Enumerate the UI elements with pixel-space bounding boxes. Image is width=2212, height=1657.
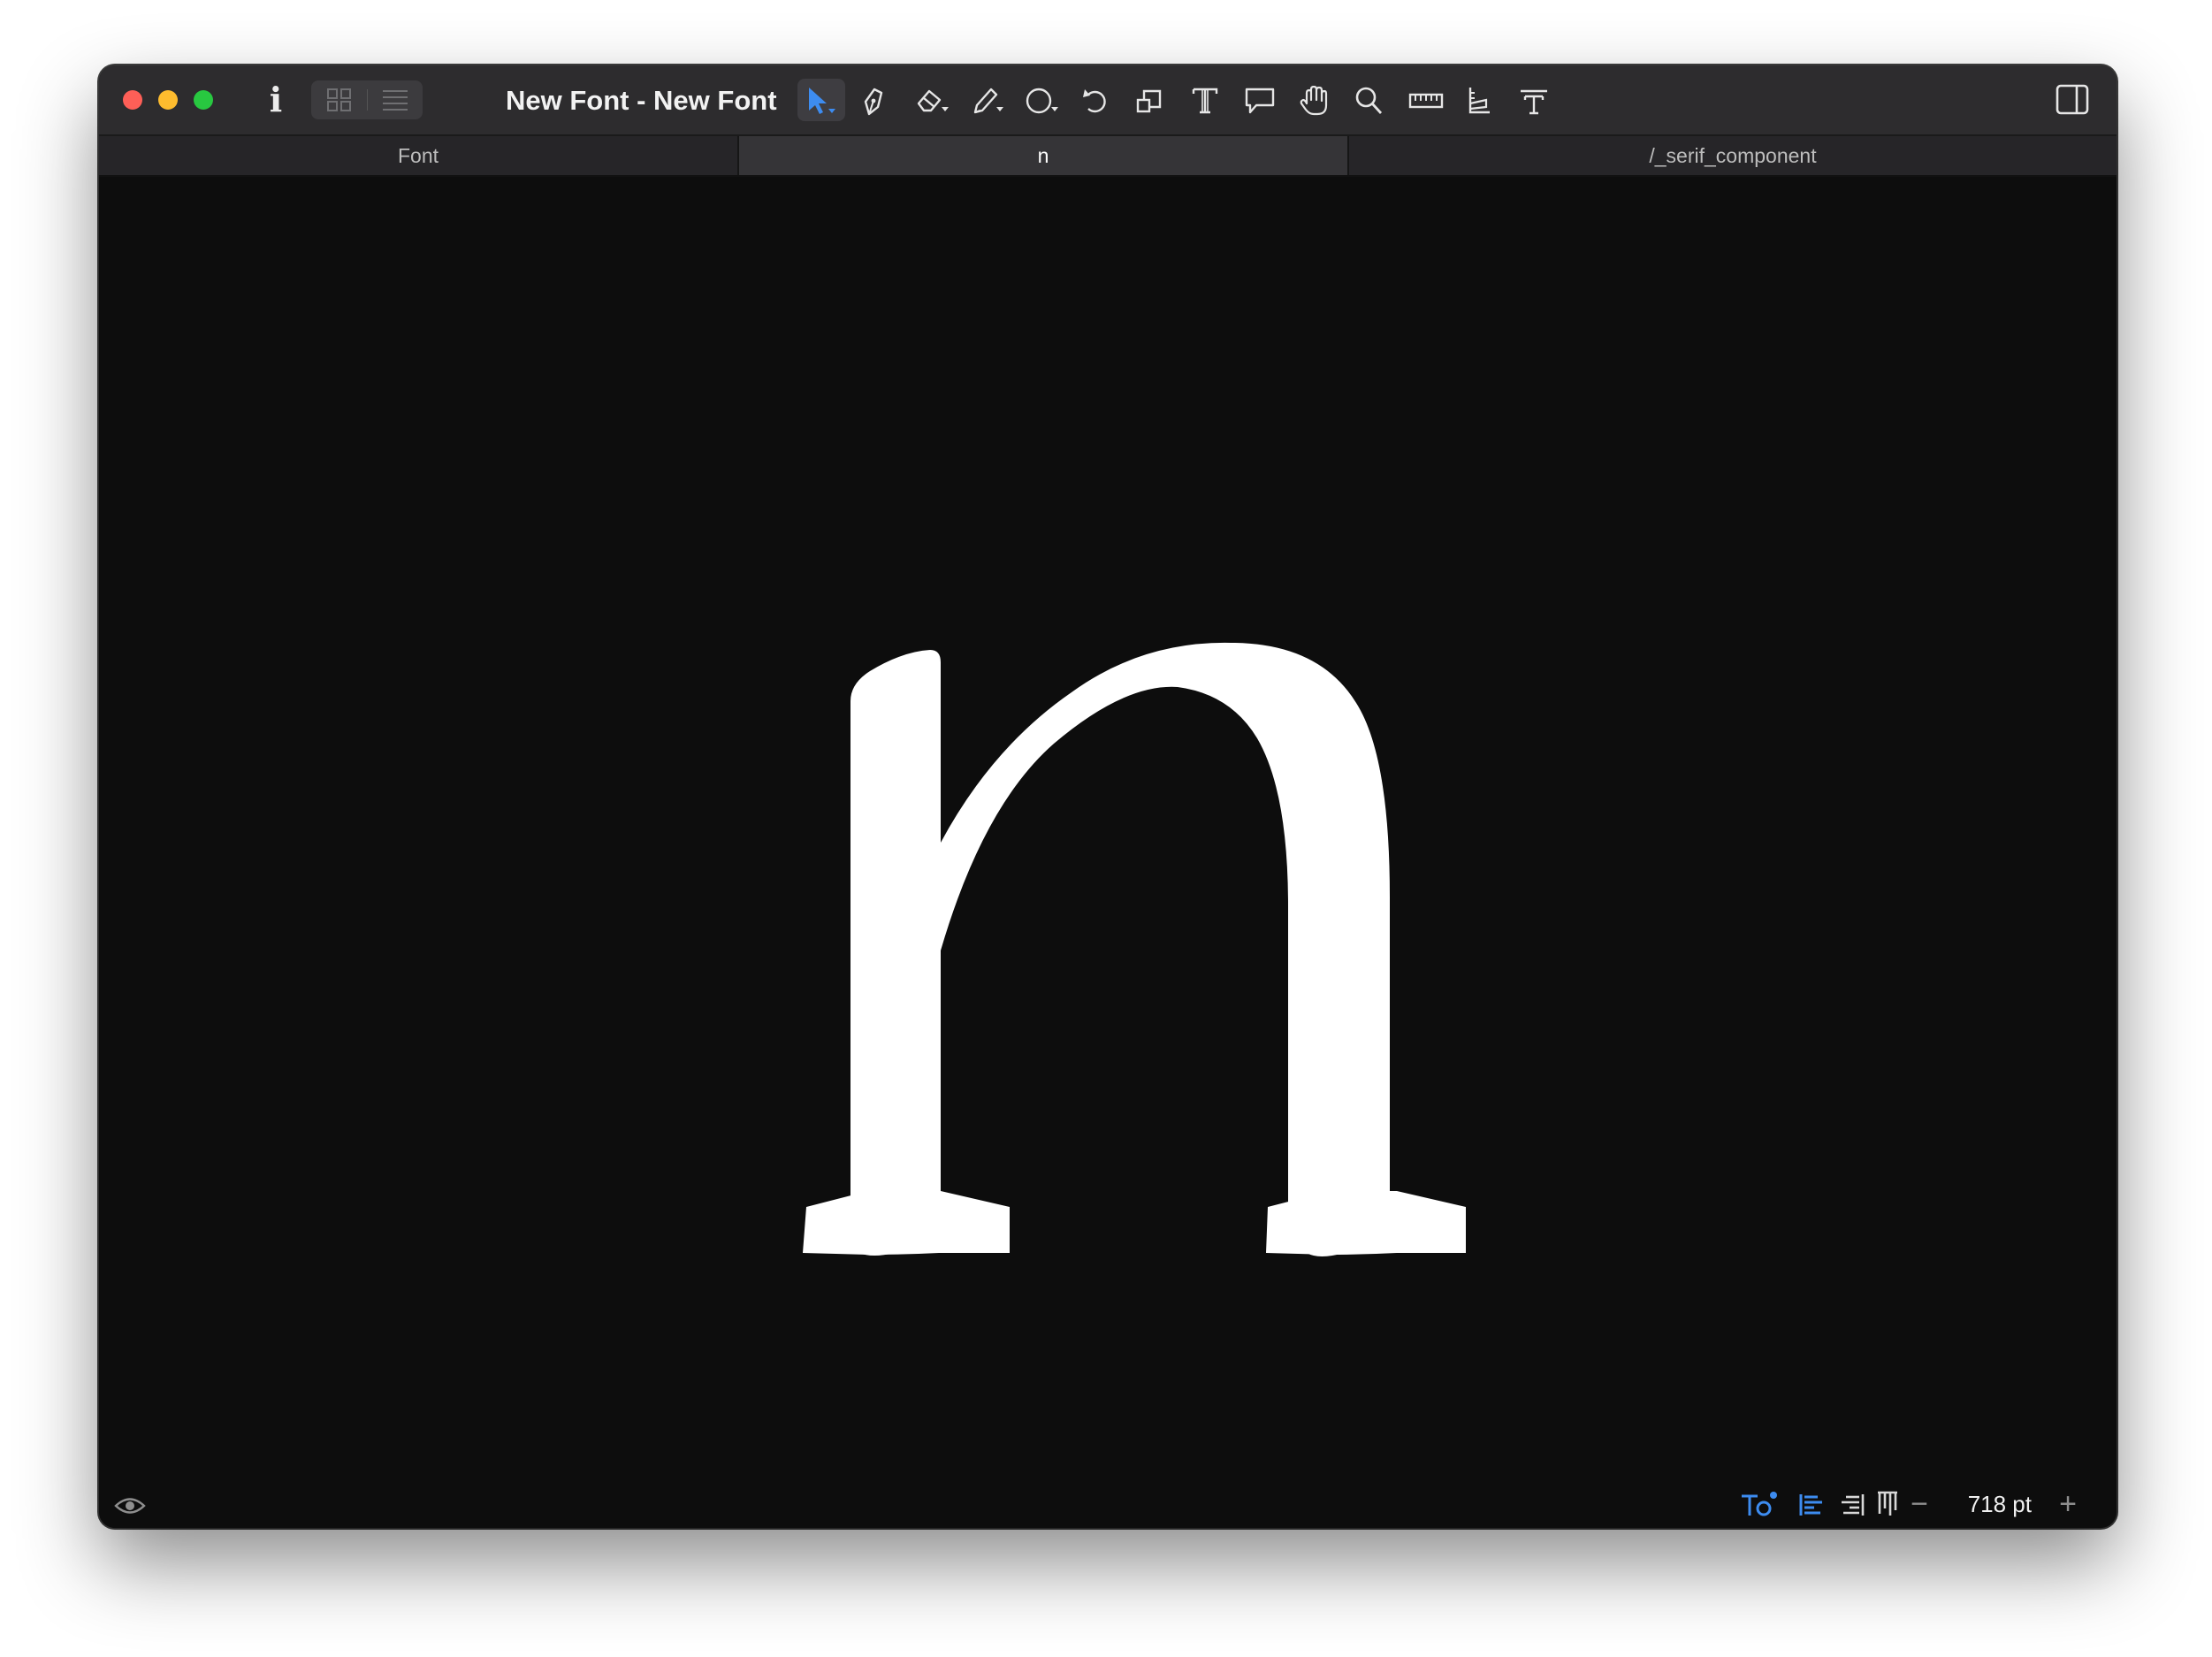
text-metrics-icon [1521,89,1547,115]
glyph-left-serif [803,1191,1010,1255]
close-window-button[interactable] [123,90,142,110]
knife-icon [1468,88,1490,114]
titlebar: i New Font - New Font [99,65,2117,136]
window-title: New Font - New Font [506,85,777,116]
select-tool-button[interactable] [797,79,845,121]
circle-shape-icon [1026,88,1058,114]
sidebar-icon [2056,84,2089,115]
speech-bubble-icon [1245,88,1275,114]
eye-icon [114,1498,146,1514]
pencil-icon [973,88,1003,114]
measure-tool-button[interactable] [1400,79,1448,121]
rotate-tool-button[interactable] [1072,79,1119,121]
text-preview-icon [1742,1492,1777,1516]
zoom-window-button[interactable] [194,90,213,110]
glyph-canvas[interactable]: − 718 pt + [99,177,2117,1528]
pen-icon [864,88,883,116]
tab-font[interactable]: Font [99,136,737,175]
text-tool-icon [1192,88,1218,114]
align-left-icon [1799,1494,1822,1516]
align-left-button[interactable] [1798,1489,1825,1519]
tab-serif-component[interactable]: /_serif_component [1349,136,2117,175]
info-icon[interactable]: i [258,80,294,120]
grid-icon [327,88,351,111]
scale-icon [1136,89,1162,113]
zoom-tool-button[interactable] [1346,79,1393,121]
minimize-window-button[interactable] [158,90,178,110]
list-view-button[interactable] [367,80,423,119]
eraser-tool-button[interactable] [907,79,955,121]
text-preview-button[interactable] [1740,1489,1779,1519]
eraser-icon [917,89,949,112]
zoom-value[interactable]: 718 pt [1968,1489,2032,1519]
glyph-arch [941,642,1390,1221]
vertical-text-icon [1878,1491,1897,1516]
app-window: i New Font - New Font Font n /_serif_com… [99,65,2117,1528]
text-metrics-tool-button[interactable] [1510,79,1558,121]
preview-toggle-button[interactable] [113,1494,147,1517]
glyph-left-stem [850,650,941,1256]
annotation-tool-button[interactable] [1236,79,1284,121]
align-right-icon [1842,1494,1865,1516]
zoom-out-button[interactable]: − [1904,1489,1934,1519]
select-arrow-icon [809,88,835,114]
pencil-tool-button[interactable] [962,79,1010,121]
text-tool-button[interactable] [1181,79,1229,121]
list-icon [383,90,408,111]
grid-view-button[interactable] [311,80,367,119]
glyph-n-outline[interactable] [753,641,1505,1375]
sidebar-toggle-button[interactable] [2055,83,2090,117]
knife-tool-button[interactable] [1455,79,1503,121]
ruler-icon [1408,93,1444,109]
zoom-in-button[interactable]: + [2053,1489,2083,1519]
primitives-tool-button[interactable] [1017,79,1064,121]
align-right-button[interactable] [1839,1489,1865,1519]
rotate-icon [1083,89,1106,113]
scale-tool-button[interactable] [1126,79,1174,121]
hand-tool-button[interactable] [1291,79,1339,121]
glyph-right-serif [1266,1191,1466,1255]
view-mode-switch [311,80,423,119]
tab-bar: Font n /_serif_component [99,136,2117,177]
magnifier-icon [1355,87,1383,114]
tab-n[interactable]: n [739,136,1347,175]
hand-icon [1300,86,1328,116]
pen-tool-button[interactable] [852,79,900,121]
vertical-text-button[interactable] [1874,1489,1901,1519]
